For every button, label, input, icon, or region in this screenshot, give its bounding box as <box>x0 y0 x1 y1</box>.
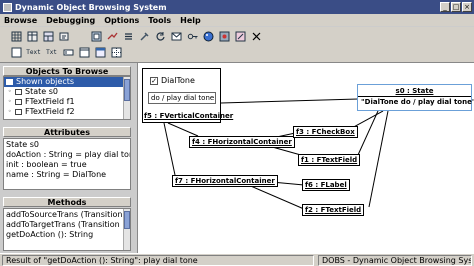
fhorizontal-container-f7[interactable]: f7 : FHorizontalContainer <box>172 175 278 187</box>
link-f5-s0 <box>220 98 359 104</box>
object-canvas[interactable]: ✓ DialTone do / play dial tone f5 : FVer… <box>137 63 474 253</box>
attributes-panel-title: Attributes <box>3 127 131 137</box>
status-app-name: DOBS - Dynamic Object Browsing System <box>318 255 472 266</box>
list-item[interactable]: addToTargetTrans (Transition <box>4 220 130 230</box>
fcheckbox-f3[interactable]: f3 : FCheckBox <box>293 126 358 138</box>
status-result: Result of "getDoAction (): String": play… <box>2 255 314 266</box>
attributes-list[interactable]: State s0 doAction : String = play dial t… <box>3 138 131 190</box>
folder-icon <box>6 79 13 85</box>
expand-icon[interactable]: ◦ <box>8 87 14 97</box>
objects-list[interactable]: Shown objects ◦ State s0 ◦ FTextField f1… <box>3 76 131 120</box>
edit-icon[interactable] <box>58 30 71 43</box>
link-f5-f7 <box>163 122 176 176</box>
do-action-textfield[interactable]: do / play dial tone <box>148 92 216 104</box>
maximize-icon[interactable]: □ <box>451 2 461 12</box>
state-s0-box[interactable]: s0 : State "DialTone do / play dial tone… <box>357 84 474 111</box>
object-icon <box>15 89 22 95</box>
fhorizontal-container-f4[interactable]: f4 : FHorizontalContainer <box>189 136 295 148</box>
menu-debugging[interactable]: Debugging <box>46 16 95 25</box>
toolbar-row-2: Text Txt <box>10 46 123 61</box>
list-icon[interactable] <box>122 30 135 43</box>
text-label-button[interactable]: Text <box>26 46 41 59</box>
objects-panel-title: Objects To Browse <box>3 66 131 76</box>
object-icon <box>15 109 22 115</box>
fvc-label: f5 : FVerticalContainer <box>144 112 234 120</box>
object-icon <box>15 99 22 105</box>
grid-icon[interactable] <box>10 30 23 43</box>
link-s0-f1 <box>357 110 379 156</box>
ftextfield-f2[interactable]: f2 : FTextField <box>302 204 365 216</box>
window-title: Dynamic Object Browsing System <box>15 2 167 12</box>
mail-icon[interactable] <box>170 30 183 43</box>
expand-icon[interactable]: ◦ <box>8 107 14 117</box>
left-panel: Objects To Browse Shown objects ◦ State … <box>0 63 137 253</box>
menu-options[interactable]: Options <box>104 16 139 25</box>
palette-icon[interactable] <box>202 30 215 43</box>
status-bar: Result of "getDoAction (): String": play… <box>0 253 474 266</box>
list-item[interactable]: ◦ FTextField f2 <box>4 107 130 117</box>
ftextfield-f1[interactable]: f1 : FTextField <box>298 154 361 166</box>
blank-icon[interactable] <box>74 30 87 43</box>
blank2-icon[interactable] <box>234 30 247 43</box>
frame-icon[interactable] <box>78 46 91 59</box>
objects-scrollbar[interactable] <box>123 77 130 119</box>
link-f7-f2 <box>245 183 305 210</box>
menu-bar: Browse Debugging Options Tools Help <box>0 14 474 26</box>
methods-list[interactable]: addToSourceTrans (Transition addToTarget… <box>3 208 131 251</box>
methods-panel-title: Methods <box>3 197 131 207</box>
app-icon <box>3 2 12 12</box>
link-f5-f4 <box>167 122 199 137</box>
fvertical-container-f5[interactable]: ✓ DialTone do / play dial tone f5 : FVer… <box>142 68 233 123</box>
list-item[interactable]: ◦ FTextField f1 <box>4 97 130 107</box>
flabel-f6[interactable]: f6 : FLabel <box>302 179 350 191</box>
panel-icon[interactable] <box>90 30 103 43</box>
state-value: "DialTone do / play dial tone" <box>361 98 474 106</box>
refresh-icon[interactable] <box>154 30 167 43</box>
window-controls: _ □ × <box>440 2 472 12</box>
list-item[interactable]: ◦ State s0 <box>4 87 130 97</box>
title-bar: Dynamic Object Browsing System _ □ × <box>0 0 474 14</box>
menu-browse[interactable]: Browse <box>4 16 37 25</box>
methods-scrollbar[interactable] <box>123 209 130 250</box>
list-item[interactable]: Shown objects <box>4 77 130 87</box>
input-icon[interactable] <box>62 46 75 59</box>
close-window-icon[interactable]: × <box>462 2 472 12</box>
list-item[interactable]: addToSourceTrans (Transition <box>4 210 130 220</box>
close-icon[interactable] <box>250 30 263 43</box>
dialtone-checkbox[interactable]: ✓ DialTone <box>150 76 195 85</box>
state-title: s0 : State <box>395 87 434 95</box>
table-icon[interactable] <box>26 30 39 43</box>
txt-label-button[interactable]: Txt <box>44 46 59 59</box>
menu-tools[interactable]: Tools <box>148 16 171 25</box>
window-icon[interactable] <box>94 46 107 59</box>
table-alt-icon[interactable] <box>42 30 55 43</box>
list-item[interactable]: State s0 <box>4 140 130 150</box>
list-item[interactable]: init : boolean = true <box>4 160 130 170</box>
scrollbar-thumb[interactable] <box>124 79 130 101</box>
key-icon[interactable] <box>186 30 199 43</box>
list-item[interactable]: getDoAction (): String <box>4 230 130 240</box>
toolbar: Text Txt <box>0 27 474 63</box>
checkbox-check-icon[interactable]: ✓ <box>150 76 158 85</box>
toolbar-row-1 <box>10 30 263 45</box>
plugin-icon[interactable] <box>218 30 231 43</box>
tools-icon[interactable] <box>138 30 151 43</box>
list-item[interactable]: name : String = DialTone <box>4 170 130 180</box>
scrollbar-thumb[interactable] <box>124 211 130 229</box>
box-icon[interactable] <box>10 46 23 59</box>
frame2-icon[interactable] <box>110 46 123 59</box>
list-item[interactable]: doAction : String = play dial tone <box>4 150 130 160</box>
minimize-icon[interactable]: _ <box>440 2 450 12</box>
menu-help[interactable]: Help <box>180 16 201 25</box>
expand-icon[interactable]: ◦ <box>8 97 14 107</box>
link-icon[interactable] <box>106 30 119 43</box>
